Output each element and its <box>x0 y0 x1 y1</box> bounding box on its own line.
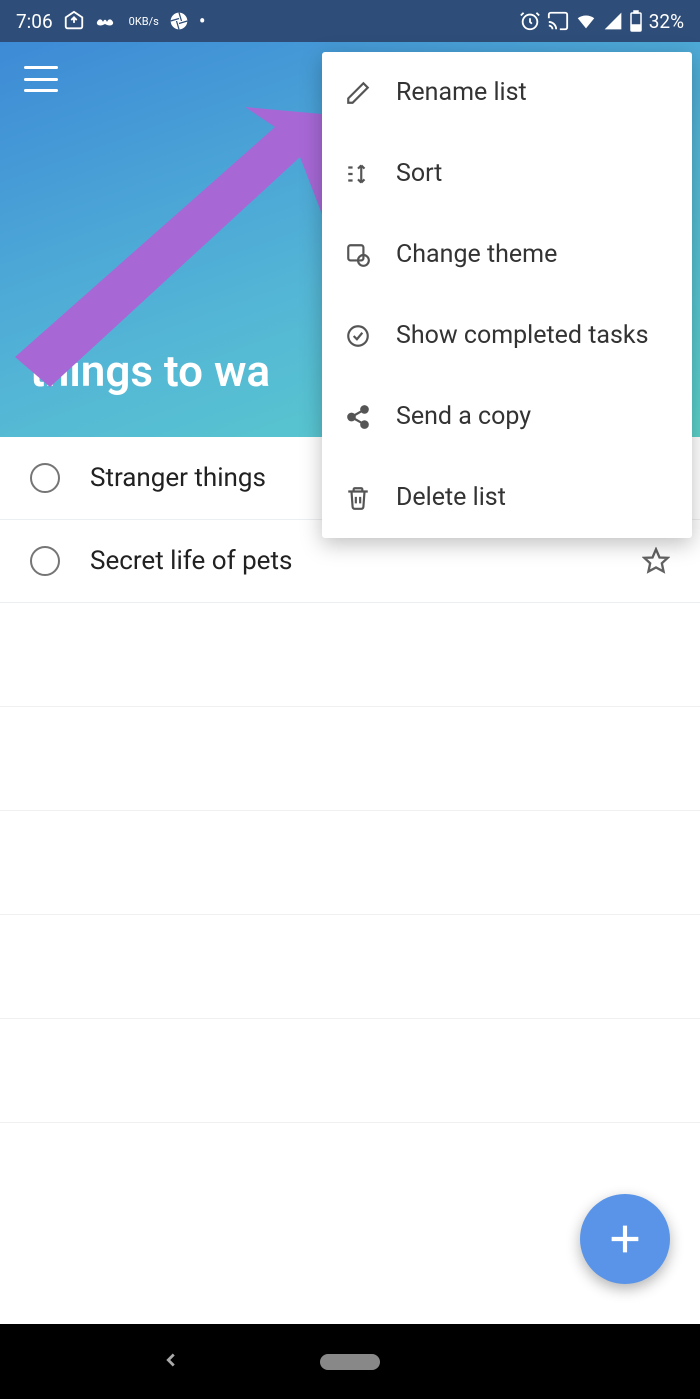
battery-text: 32% <box>649 10 684 33</box>
list-title: things to wa <box>30 345 270 397</box>
aperture-icon <box>169 11 189 31</box>
empty-row <box>0 603 700 707</box>
android-nav-bar <box>0 1324 700 1399</box>
trash-icon <box>344 484 372 512</box>
upload-icon <box>63 10 85 32</box>
pencil-icon <box>344 79 372 107</box>
menu-delete-list[interactable]: Delete list <box>322 457 692 538</box>
alarm-icon <box>519 10 541 32</box>
sort-icon <box>344 160 372 188</box>
status-time: 7:06 <box>16 10 53 33</box>
star-icon[interactable] <box>642 547 670 575</box>
task-checkbox[interactable] <box>30 546 60 576</box>
menu-item-label: Sort <box>396 159 442 188</box>
menu-rename-list[interactable]: Rename list <box>322 52 692 133</box>
empty-row <box>0 811 700 915</box>
nav-back-button[interactable] <box>160 1349 182 1375</box>
empty-row <box>0 707 700 811</box>
add-task-fab[interactable] <box>580 1194 670 1284</box>
menu-item-label: Show completed tasks <box>396 321 649 350</box>
menu-sort[interactable]: Sort <box>322 133 692 214</box>
theme-icon <box>344 241 372 269</box>
overflow-menu: Rename list Sort Change theme Show compl… <box>322 52 692 538</box>
menu-send-copy[interactable]: Send a copy <box>322 376 692 457</box>
menu-item-label: Rename list <box>396 78 527 107</box>
network-speed: 0KB/s <box>129 16 159 27</box>
task-list: Stranger things Secret life of pets <box>0 437 700 1123</box>
menu-item-label: Change theme <box>396 240 557 269</box>
plus-icon <box>605 1219 645 1259</box>
signal-icon <box>603 11 623 31</box>
menu-item-label: Delete list <box>396 483 506 512</box>
check-circle-icon <box>344 322 372 350</box>
hamburger-menu-button[interactable] <box>24 66 58 92</box>
task-title: Secret life of pets <box>90 546 612 576</box>
menu-show-completed[interactable]: Show completed tasks <box>322 295 692 376</box>
empty-row <box>0 915 700 1019</box>
share-icon <box>344 403 372 431</box>
empty-row <box>0 1019 700 1123</box>
mustache-icon <box>95 14 119 28</box>
nav-home-pill[interactable] <box>320 1354 380 1370</box>
status-bar: 7:06 0KB/s • 32% <box>0 0 700 42</box>
task-checkbox[interactable] <box>30 463 60 493</box>
battery-icon <box>629 10 643 32</box>
menu-change-theme[interactable]: Change theme <box>322 214 692 295</box>
wifi-icon <box>575 10 597 32</box>
cast-icon <box>547 10 569 32</box>
dot-icon: • <box>199 9 206 33</box>
menu-item-label: Send a copy <box>396 402 531 431</box>
